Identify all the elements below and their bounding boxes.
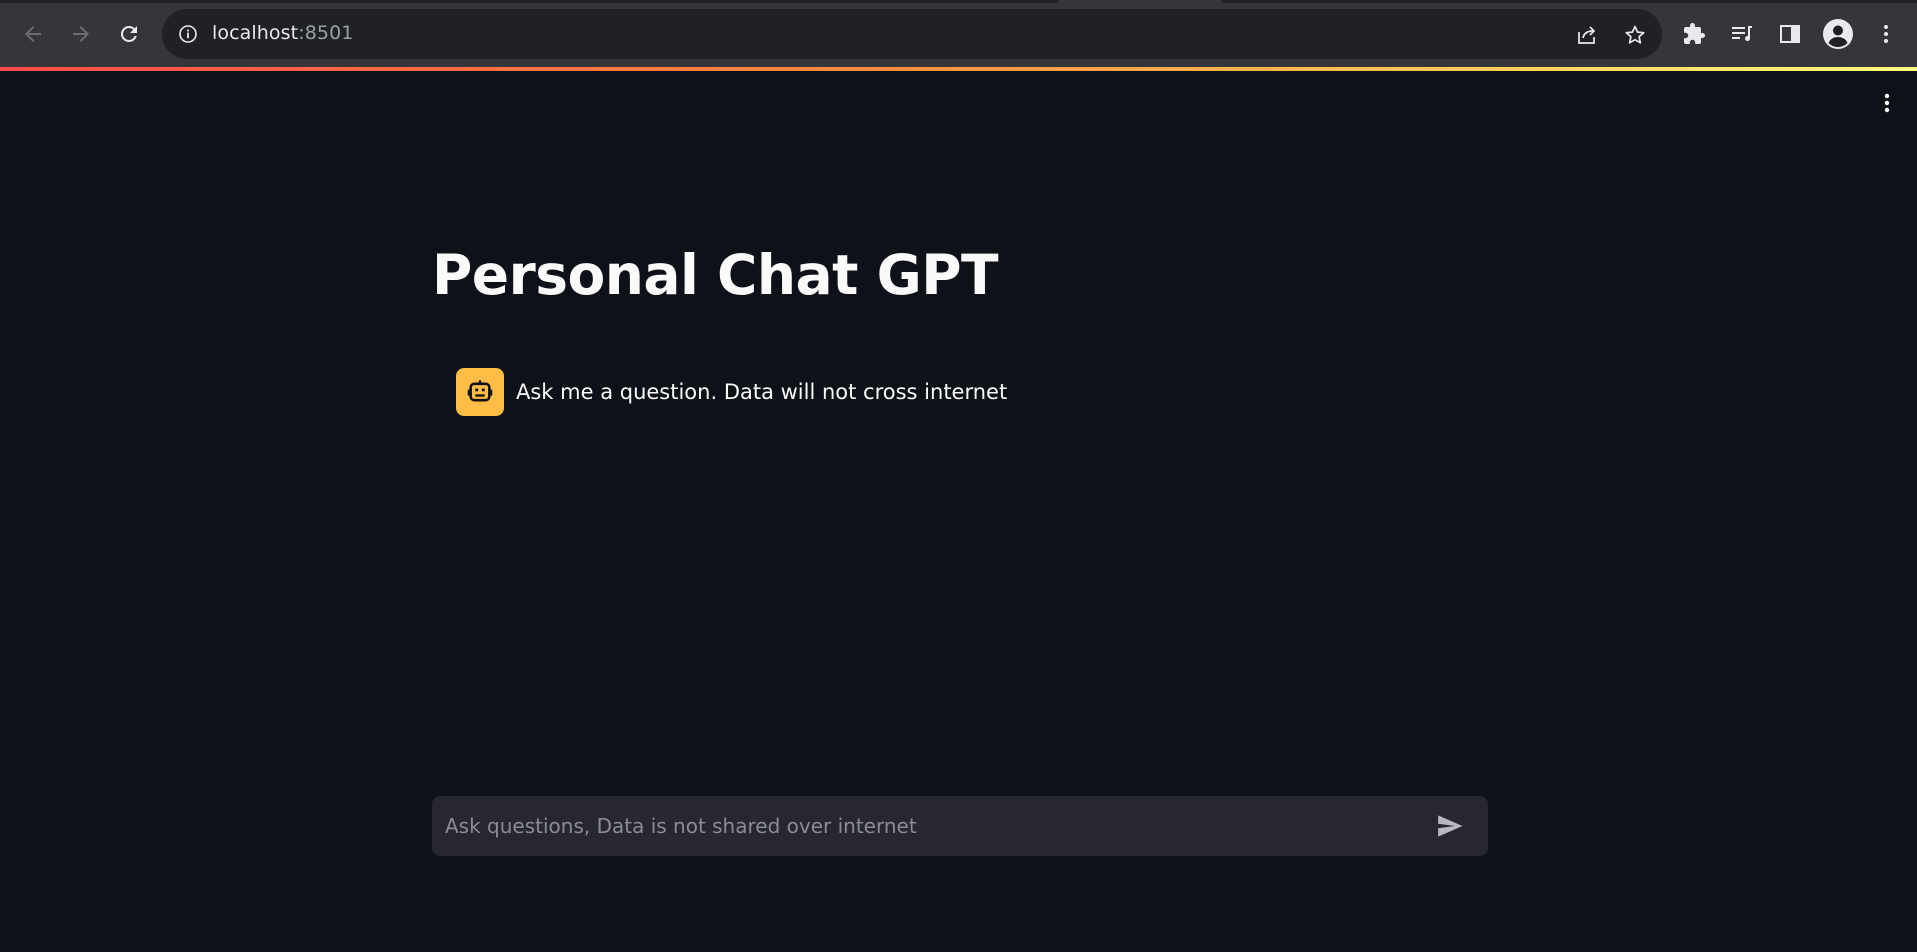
arrow-left-icon — [25, 26, 41, 42]
puzzle-icon — [1684, 23, 1705, 44]
reload-button[interactable] — [109, 14, 149, 54]
share-icon[interactable] — [1575, 23, 1599, 47]
media-queue-icon — [1732, 26, 1752, 41]
chat-input[interactable] — [432, 796, 1412, 856]
account-icon — [1823, 19, 1853, 49]
app-menu-button[interactable] — [1874, 90, 1900, 116]
kebab-menu-icon — [1884, 25, 1888, 43]
side-panel-icon — [1780, 25, 1800, 43]
arrow-right-icon — [73, 26, 89, 42]
message-text: Ask me a question. Data will not cross i… — [516, 380, 1008, 404]
extensions-button[interactable] — [1676, 16, 1712, 52]
send-icon — [1438, 815, 1463, 837]
assistant-avatar — [456, 368, 504, 416]
info-icon[interactable] — [178, 24, 198, 44]
kebab-menu-icon — [1884, 93, 1890, 113]
side-panel-button[interactable] — [1772, 16, 1808, 52]
browser-toolbar: localhost:8501 — [0, 0, 1917, 67]
tab-strip-edge — [0, 0, 1917, 3]
url-port: :8501 — [298, 22, 354, 44]
reload-icon — [120, 25, 137, 42]
forward-button[interactable] — [61, 14, 101, 54]
browser-menu-button[interactable] — [1868, 16, 1904, 52]
url-host: localhost — [212, 22, 299, 44]
app-main: Personal Chat GPT Ask me a question. Dat… — [0, 71, 1917, 952]
star-icon[interactable] — [1623, 23, 1647, 47]
robot-icon — [467, 380, 493, 402]
send-button[interactable] — [1432, 808, 1468, 844]
url-text[interactable]: localhost:8501 — [212, 22, 353, 44]
page-title: Personal Chat GPT — [432, 243, 999, 307]
chat-input-container — [432, 796, 1488, 856]
address-bar[interactable]: localhost:8501 — [162, 9, 1662, 59]
back-button[interactable] — [13, 14, 53, 54]
chat-message-assistant: Ask me a question. Data will not cross i… — [456, 368, 1007, 416]
media-button[interactable] — [1724, 16, 1760, 52]
active-tab-indicator — [1058, 0, 1222, 3]
profile-button[interactable] — [1820, 16, 1856, 52]
